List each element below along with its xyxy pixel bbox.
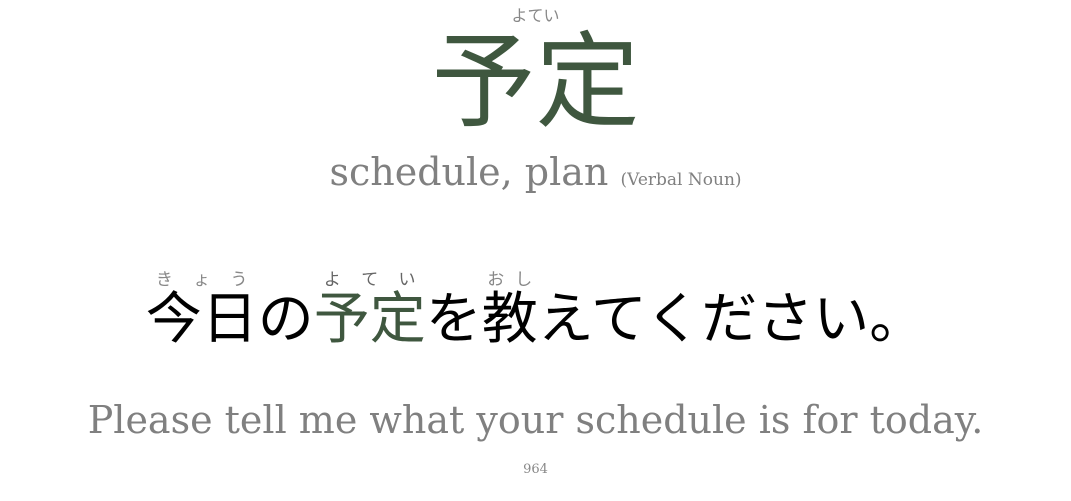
furigana: よてい xyxy=(313,270,426,290)
sentence-translation: Please tell me what your schedule is for… xyxy=(87,398,984,442)
card-number: 964 xyxy=(523,462,548,477)
furigana: きょう xyxy=(145,270,258,290)
furigana: おし xyxy=(481,270,538,290)
sentence-segment: 今日きょう xyxy=(145,270,258,352)
vocab-word: 予定 xyxy=(431,21,640,143)
sentence-segment: 教おし xyxy=(481,270,538,352)
meaning: schedule, plan (Verbal Noun) xyxy=(0,150,1071,194)
sentence-segment: の xyxy=(257,287,314,352)
sentence-segment: を xyxy=(425,287,482,352)
sentence-segment: えてください。 xyxy=(537,287,926,352)
sentence-highlight-word: 予定よてい xyxy=(313,270,426,352)
example-sentence: 今日きょうの予定よていを教おしえてください。 xyxy=(0,270,1071,365)
part-of-speech: (Verbal Noun) xyxy=(620,170,742,190)
meaning-text: schedule, plan xyxy=(329,150,609,194)
